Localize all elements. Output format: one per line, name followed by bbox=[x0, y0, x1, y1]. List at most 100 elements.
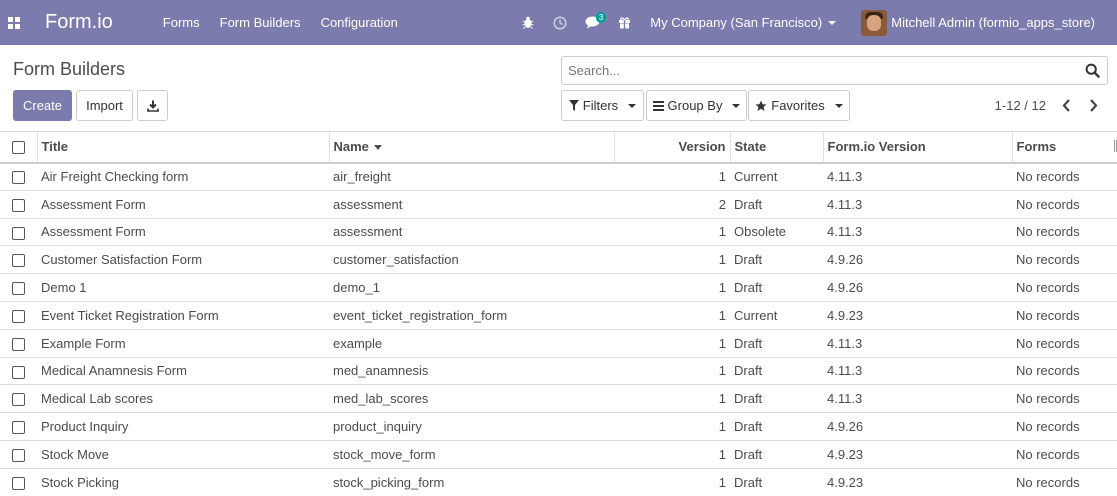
menu-item-forms[interactable]: Forms bbox=[153, 15, 210, 30]
table-row[interactable]: Medical Lab scores med_lab_scores 1 Draft 4.… bbox=[0, 384, 1117, 414]
avatar bbox=[861, 9, 888, 36]
cell-version: 1 bbox=[614, 218, 730, 247]
row-checkbox[interactable] bbox=[0, 412, 37, 441]
cell-title: Assessment Form bbox=[37, 218, 329, 247]
user-menu[interactable]: Mitchell Admin (formio_apps_store) bbox=[848, 9, 1117, 36]
table-row[interactable]: Event Ticket Registration Form event_tick… bbox=[0, 301, 1117, 330]
cell-version: 1 bbox=[614, 412, 730, 441]
filter-icon bbox=[568, 100, 579, 111]
row-checkbox[interactable] bbox=[0, 162, 37, 191]
search-bar bbox=[561, 56, 1108, 85]
row-checkbox[interactable] bbox=[0, 301, 37, 330]
favorites-dropdown[interactable]: Favorites bbox=[748, 90, 850, 121]
checkbox[interactable] bbox=[12, 393, 25, 407]
cell-name: example bbox=[329, 329, 614, 358]
column-header-name[interactable]: Name bbox=[329, 131, 615, 163]
menu-item-form-builders[interactable]: Form Builders bbox=[210, 15, 311, 30]
cell-forms: No records bbox=[1012, 162, 1117, 191]
chat-icon[interactable]: 3 bbox=[576, 0, 608, 45]
cell-state: Draft bbox=[730, 273, 823, 302]
chevron-left-icon[interactable] bbox=[1057, 96, 1075, 114]
group-by-dropdown[interactable]: Group By bbox=[646, 90, 747, 121]
row-checkbox[interactable] bbox=[0, 329, 37, 358]
import-button[interactable]: Import bbox=[76, 90, 133, 121]
column-header-forms[interactable]: Forms bbox=[1012, 132, 1117, 163]
table-row[interactable]: Medical Anamnesis Form med_anamnesis 1 Draf… bbox=[0, 357, 1117, 386]
cell-formio-version: 4.9.26 bbox=[823, 412, 1012, 441]
gift-icon[interactable] bbox=[608, 0, 640, 45]
chevron-down-icon bbox=[628, 103, 637, 108]
table-row[interactable]: Customer Satisfaction Form customer_satis… bbox=[0, 245, 1117, 275]
cell-forms: No records bbox=[1012, 245, 1117, 275]
cell-title: Air Freight Checking form bbox=[37, 162, 329, 191]
company-switcher[interactable]: My Company (San Francisco) bbox=[640, 15, 848, 30]
cell-formio-version: 4.11.3 bbox=[823, 162, 1012, 191]
checkbox[interactable] bbox=[12, 476, 25, 490]
checkbox[interactable] bbox=[12, 171, 25, 185]
table-row[interactable]: Assessment Form assessment 2 Draft 4.11.3 No … bbox=[0, 190, 1117, 219]
checkbox[interactable] bbox=[12, 309, 25, 323]
cell-formio-version: 4.11.3 bbox=[823, 384, 1012, 414]
cell-name: product_inquiry bbox=[329, 412, 614, 441]
create-button[interactable]: Create bbox=[13, 90, 72, 121]
page-title: Form Builders bbox=[13, 59, 126, 79]
table-row[interactable]: Stock Picking stock_picking_form 1 Draft 4.9… bbox=[0, 468, 1117, 496]
checkbox[interactable] bbox=[12, 448, 25, 462]
select-all-checkbox[interactable] bbox=[0, 131, 38, 163]
pager-value[interactable]: 1-12 / 12 bbox=[995, 98, 1046, 113]
table-row[interactable]: Air Freight Checking form air_freight 1 Cur… bbox=[0, 162, 1117, 191]
checkbox[interactable] bbox=[12, 226, 25, 240]
cell-forms: No records bbox=[1012, 357, 1117, 386]
export-button[interactable] bbox=[137, 90, 168, 121]
cell-title: Stock Picking bbox=[37, 468, 329, 496]
search-input[interactable] bbox=[562, 63, 1081, 78]
checkbox[interactable] bbox=[12, 254, 25, 268]
row-checkbox[interactable] bbox=[0, 357, 37, 386]
table-row[interactable]: Demo 1 demo_1 1 Draft 4.9.26 No records bbox=[0, 273, 1117, 302]
chevron-right-icon[interactable] bbox=[1084, 96, 1102, 114]
clock-icon[interactable] bbox=[544, 0, 576, 45]
cell-name: assessment bbox=[329, 218, 614, 247]
checkbox[interactable] bbox=[12, 365, 25, 379]
row-checkbox[interactable] bbox=[0, 440, 37, 469]
cell-name: med_lab_scores bbox=[329, 384, 614, 414]
user-name: Mitchell Admin (formio_apps_store) bbox=[891, 15, 1095, 30]
cell-version: 1 bbox=[614, 245, 730, 275]
checkbox[interactable] bbox=[12, 282, 25, 296]
column-header-name-label: Name bbox=[333, 139, 369, 155]
table-row[interactable]: Product Inquiry product_inquiry 1 Draft 4.9.… bbox=[0, 412, 1117, 441]
column-header-version[interactable]: Version bbox=[614, 131, 731, 163]
table-row[interactable]: Stock Move stock_move_form 1 Draft 4.9.23 No … bbox=[0, 440, 1117, 469]
cell-formio-version: 4.11.3 bbox=[823, 329, 1012, 358]
cell-name: stock_move_form bbox=[329, 440, 614, 469]
menu-item-configuration[interactable]: Configuration bbox=[311, 15, 408, 30]
cell-formio-version: 4.11.3 bbox=[823, 357, 1012, 386]
cell-forms: No records bbox=[1012, 301, 1117, 330]
column-header-state[interactable]: State bbox=[730, 131, 824, 163]
bug-icon[interactable] bbox=[512, 0, 544, 45]
checkbox[interactable] bbox=[12, 198, 25, 212]
column-header-title[interactable]: Title bbox=[37, 131, 330, 163]
chevron-down-icon bbox=[828, 20, 837, 25]
row-checkbox[interactable] bbox=[0, 218, 37, 247]
checkbox[interactable] bbox=[12, 421, 25, 435]
row-checkbox[interactable] bbox=[0, 468, 37, 496]
messages-badge: 3 bbox=[595, 12, 607, 23]
row-checkbox[interactable] bbox=[0, 190, 37, 219]
cell-title: Assessment Form bbox=[37, 190, 329, 219]
filters-dropdown[interactable]: Filters bbox=[561, 90, 644, 121]
row-checkbox[interactable] bbox=[0, 384, 37, 414]
cell-version: 1 bbox=[614, 357, 730, 386]
row-checkbox[interactable] bbox=[0, 273, 37, 302]
cell-name: air_freight bbox=[329, 162, 614, 191]
table-row[interactable]: Assessment Form assessment 1 Obsolete 4.11.3… bbox=[0, 218, 1117, 247]
systray: 3 My Company (San Francisco) Mitchell Ad… bbox=[512, 0, 1117, 45]
checkbox[interactable] bbox=[12, 337, 25, 351]
column-header-formio-version[interactable]: Form.io Version bbox=[823, 131, 1013, 163]
table-row[interactable]: Example Form example 1 Draft 4.11.3 No record… bbox=[0, 329, 1117, 358]
row-checkbox[interactable] bbox=[0, 245, 37, 275]
apps-menu-icon[interactable] bbox=[0, 0, 28, 45]
search-icon[interactable] bbox=[1081, 60, 1103, 82]
cell-title: Demo 1 bbox=[37, 273, 329, 302]
app-brand[interactable]: Form.io bbox=[45, 11, 113, 34]
